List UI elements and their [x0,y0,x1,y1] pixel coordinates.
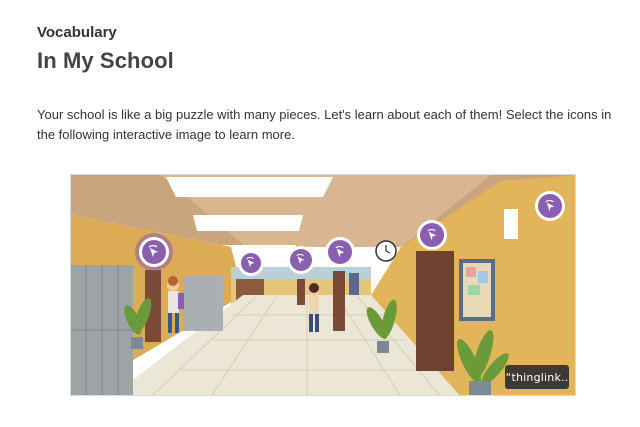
school-hallway-illustration [71,175,575,395]
tap-icon [334,245,344,257]
tap-icon [426,228,436,240]
interactive-image[interactable]: “thinglink.. [70,174,576,396]
vocabulary-label: Vocabulary [37,24,117,41]
thinglink-badge[interactable]: “thinglink.. [505,365,569,389]
tap-icon [544,199,554,211]
hotspot-classroom-door[interactable] [287,246,315,274]
hotspot-lockers[interactable] [135,233,173,271]
hotspot-hallway[interactable] [238,250,264,276]
intro-text: Your school is like a big puzzle with ma… [37,107,612,142]
hotspot-sign[interactable] [535,191,565,221]
tap-icon [148,245,158,257]
page-title: In My School [37,48,174,73]
hotspot-bulletin-board[interactable] [417,220,447,250]
hotspot-student[interactable] [325,237,355,267]
tap-icon [296,254,305,265]
tap-icon [246,257,255,268]
